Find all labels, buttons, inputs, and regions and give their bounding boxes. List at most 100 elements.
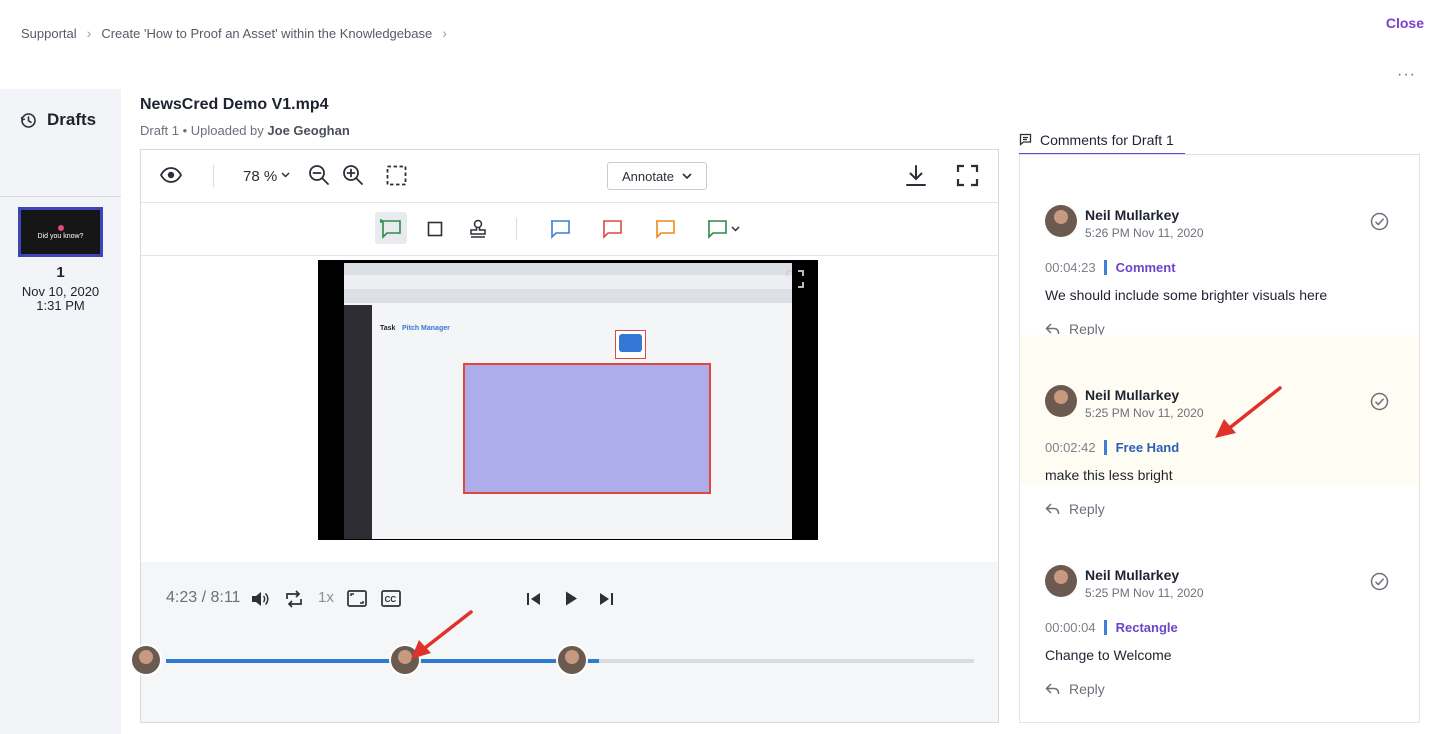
comment-author: Neil Mullarkey	[1085, 207, 1180, 223]
video-screen-content: Task Pitch Manager	[344, 263, 792, 539]
avatar	[1045, 385, 1077, 417]
reply-icon	[1045, 503, 1060, 515]
select-area-icon[interactable]	[386, 165, 407, 186]
volume-icon[interactable]	[250, 590, 270, 608]
reply-button[interactable]: Reply	[1045, 681, 1105, 697]
comments-panel: Comments for Draft 1 Neil Mullarkey 5:26…	[1019, 126, 1420, 723]
thumbnail-dot	[57, 224, 64, 231]
comments-tab-label: Comments for Draft 1	[1040, 131, 1174, 148]
chevron-down-icon[interactable]	[731, 226, 740, 232]
breadcrumb: Supportal › Create 'How to Proof an Asse…	[21, 25, 457, 41]
resolve-check-icon[interactable]	[1370, 392, 1389, 411]
comment-type: Comment	[1115, 260, 1176, 275]
uploader-name: Joe Geoghan	[267, 123, 350, 138]
comment-type: Rectangle	[1115, 620, 1178, 635]
comment-pin-icon[interactable]	[380, 219, 402, 239]
comment-marker-avatar[interactable]	[556, 644, 588, 676]
viewer-toolbar: 78 % Annotate	[141, 150, 998, 203]
download-icon[interactable]	[905, 164, 927, 188]
annotate-label: Annotate	[621, 168, 675, 184]
rectangle-annotation[interactable]	[463, 363, 711, 494]
video-tab-pitch: Pitch Manager	[402, 325, 450, 332]
comment-type: Free Hand	[1115, 440, 1180, 455]
duration: 8:11	[210, 589, 241, 606]
comment-author: Neil Mullarkey	[1085, 567, 1180, 583]
resolve-check-icon[interactable]	[1370, 572, 1389, 591]
annotate-dropdown[interactable]: Annotate	[607, 162, 707, 190]
aspect-ratio-icon[interactable]	[347, 590, 367, 607]
media-canvas[interactable]: Task Pitch Manager	[141, 257, 998, 562]
chevron-down-icon[interactable]	[281, 172, 290, 178]
comment-time: 5:25 PM Nov 11, 2020	[1085, 586, 1204, 600]
draft-label: Draft 1 • Uploaded by	[140, 123, 264, 138]
media-viewer: 78 % Annotate Task Pitch Manager 4:23 / …	[130, 149, 999, 723]
draft-date-time: 1:31 PM	[36, 298, 85, 313]
time-display: 4:23 / 8:11	[166, 589, 240, 607]
zoom-in-icon[interactable]	[342, 164, 364, 186]
video-app-sidebar	[344, 305, 372, 539]
avatar	[1045, 565, 1077, 597]
chevron-down-icon	[682, 172, 692, 179]
comment-timestamp[interactable]: 00:04:23	[1045, 260, 1096, 275]
draft-date: Nov 10, 2020 1:31 PM	[0, 285, 121, 313]
stamp-tool-icon[interactable]	[469, 219, 487, 239]
comment-annotation-marker[interactable]	[615, 330, 646, 359]
tab-comments[interactable]: Comments for Draft 1	[1019, 126, 1185, 155]
thumbnail-text: Did you know?	[37, 232, 84, 240]
comment-text: make this less bright	[1045, 467, 1173, 483]
reply-icon	[1045, 323, 1060, 335]
comments-list: Neil Mullarkey 5:26 PM Nov 11, 2020 00:0…	[1019, 155, 1420, 723]
comment-card: Neil Mullarkey 5:25 PM Nov 11, 2020 00:0…	[1020, 335, 1419, 485]
skip-back-icon[interactable]	[526, 591, 542, 607]
breadcrumb-item-task[interactable]: Create 'How to Proof an Asset' within th…	[101, 26, 432, 41]
breadcrumb-item-supportal[interactable]: Supportal	[21, 26, 77, 41]
comment-card: Neil Mullarkey 5:26 PM Nov 11, 2020 00:0…	[1020, 155, 1419, 337]
video-address-bar	[344, 275, 792, 289]
zoom-level[interactable]: 78 %	[243, 168, 277, 185]
red-comment-icon[interactable]	[601, 219, 623, 239]
comment-timestamp[interactable]: 00:00:04	[1045, 620, 1096, 635]
skip-forward-icon[interactable]	[598, 591, 614, 607]
top-bar: Supportal › Create 'How to Proof an Asse…	[0, 0, 1440, 64]
draft-thumbnail[interactable]: Did you know?	[18, 207, 103, 257]
blue-comment-icon[interactable]	[549, 219, 571, 239]
close-button[interactable]: Close	[1386, 15, 1424, 31]
playback-speed[interactable]: 1x	[318, 589, 334, 606]
reply-icon	[1045, 683, 1060, 695]
progress-fill	[166, 659, 599, 663]
comment-author: Neil Mullarkey	[1085, 387, 1180, 403]
history-icon	[20, 112, 36, 128]
comment-marker-avatar[interactable]	[130, 644, 162, 676]
file-subtitle: Draft 1 • Uploaded by Joe Geoghan	[140, 123, 350, 138]
divider	[213, 165, 214, 187]
player-controls: 4:23 / 8:11 1x CC	[130, 562, 998, 722]
chat-bubble-icon	[619, 334, 642, 352]
chevron-right-icon: ›	[442, 25, 447, 41]
orange-comment-icon[interactable]	[654, 219, 676, 239]
comment-text: Change to Welcome	[1045, 647, 1172, 663]
current-time: 4:23	[166, 589, 198, 606]
captions-icon[interactable]: CC	[381, 590, 401, 607]
rectangle-tool-icon[interactable]	[427, 221, 443, 237]
green-comment-icon[interactable]	[706, 219, 728, 239]
type-marker	[1103, 440, 1107, 455]
avatar	[1045, 205, 1077, 237]
resolve-check-icon[interactable]	[1370, 212, 1389, 231]
video-frame[interactable]: Task Pitch Manager	[318, 260, 818, 540]
annotation-toolbar	[141, 204, 998, 256]
fullscreen-icon[interactable]	[956, 164, 979, 187]
comment-time: 5:26 PM Nov 11, 2020	[1085, 226, 1204, 240]
more-options-icon[interactable]: ···	[1397, 66, 1416, 84]
eye-icon[interactable]	[160, 166, 182, 184]
red-arrow-icon	[411, 610, 473, 659]
divider	[0, 196, 121, 197]
draft-date-day: Nov 10, 2020	[21, 284, 100, 299]
play-icon[interactable]	[564, 590, 579, 607]
comment-timestamp[interactable]: 00:02:42	[1045, 440, 1096, 455]
type-marker	[1103, 620, 1107, 635]
comment-time: 5:25 PM Nov 11, 2020	[1085, 406, 1204, 420]
loop-icon[interactable]	[284, 590, 304, 608]
zoom-out-icon[interactable]	[308, 164, 330, 186]
svg-text:CC: CC	[385, 595, 397, 604]
comment-icon	[1019, 133, 1032, 146]
